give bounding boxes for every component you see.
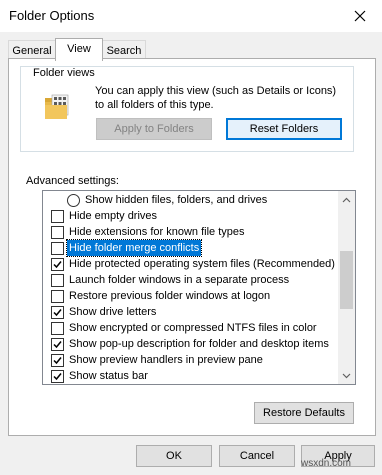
checkbox[interactable] [51,338,64,351]
list-item[interactable]: Launch folder windows in a separate proc… [43,272,335,288]
list-item[interactable]: Hide protected operating system files (R… [43,256,335,272]
watermark-text: wsxdn.com [301,458,352,469]
checkmark-icon [53,261,62,269]
list-item[interactable]: Hide empty drives [43,208,335,224]
advanced-settings-list[interactable]: Show hidden files, folders, and drives Hi… [42,190,356,385]
list-item-label: Show drive letters [69,306,157,318]
radio-button[interactable] [67,194,80,207]
checkbox[interactable] [51,322,64,335]
list-item[interactable]: Show drive letters [43,304,335,320]
checkbox[interactable] [51,226,64,239]
checkbox[interactable] [51,370,64,383]
list-item-label: Hide extensions for known file types [69,226,245,238]
reset-folders-button[interactable]: Reset Folders [226,118,342,140]
chevron-down-icon [342,373,351,378]
apply-to-folders-button[interactable]: Apply to Folders [96,118,212,140]
checkbox[interactable] [51,274,64,287]
scroll-down-button[interactable] [338,367,355,384]
title-bar: Folder Options [0,0,382,32]
restore-defaults-button[interactable]: Restore Defaults [254,402,354,424]
folder-icon [42,92,72,125]
list-item[interactable]: Show preview handlers in preview pane [43,352,335,368]
list-item-label: Show status bar [69,370,148,382]
cancel-button[interactable]: Cancel [219,445,295,467]
list-item-label: Show hidden files, folders, and drives [85,194,268,206]
list-item[interactable]: Show pop-up description for folder and d… [43,336,335,352]
checkmark-icon [53,341,62,349]
checkbox[interactable] [51,258,64,271]
tab-view[interactable]: View [55,38,103,61]
list-item-label: Hide protected operating system files (R… [69,258,335,270]
list-item-label: Launch folder windows in a separate proc… [69,274,290,286]
checkbox[interactable] [51,210,64,223]
list-item-label: Show encrypted or compressed NTFS files … [69,322,317,334]
list-item-label: Show pop-up description for folder and d… [69,338,329,350]
scrollbar-thumb[interactable] [340,251,353,309]
advanced-settings-label: Advanced settings: [26,175,119,187]
vertical-scrollbar[interactable] [338,191,355,384]
list-item-label: Restore previous folder windows at logon [69,290,271,302]
list-item-label: Hide empty drives [69,210,158,222]
list-item[interactable]: Show encrypted or compressed NTFS files … [43,320,335,336]
close-button[interactable] [340,2,380,30]
checkbox[interactable] [51,354,64,367]
folder-views-label: Folder views [30,67,98,79]
close-icon [354,10,366,22]
checkbox[interactable] [51,306,64,319]
scroll-up-button[interactable] [338,191,355,208]
chevron-up-icon [342,197,351,202]
list-item[interactable]: Hide extensions for known file types [43,224,335,240]
list-item[interactable]: Show status bar [43,368,335,384]
checkmark-icon [53,373,62,381]
list-item[interactable]: Hide folder merge conflicts [43,239,335,257]
checkbox[interactable] [51,242,64,255]
list-item[interactable]: Show hidden files, folders, and drives [43,192,335,208]
list-item-label: Show preview handlers in preview pane [69,354,263,366]
list-item-label: Hide folder merge conflicts [65,239,203,257]
ok-button[interactable]: OK [136,445,212,467]
list-item[interactable]: Restore previous folder windows at logon [43,288,335,304]
checkbox[interactable] [51,290,64,303]
checkmark-icon [53,357,62,365]
checkmark-icon [53,309,62,317]
folder-views-description: You can apply this view (such as Details… [95,85,337,111]
window-title: Folder Options [9,8,95,23]
